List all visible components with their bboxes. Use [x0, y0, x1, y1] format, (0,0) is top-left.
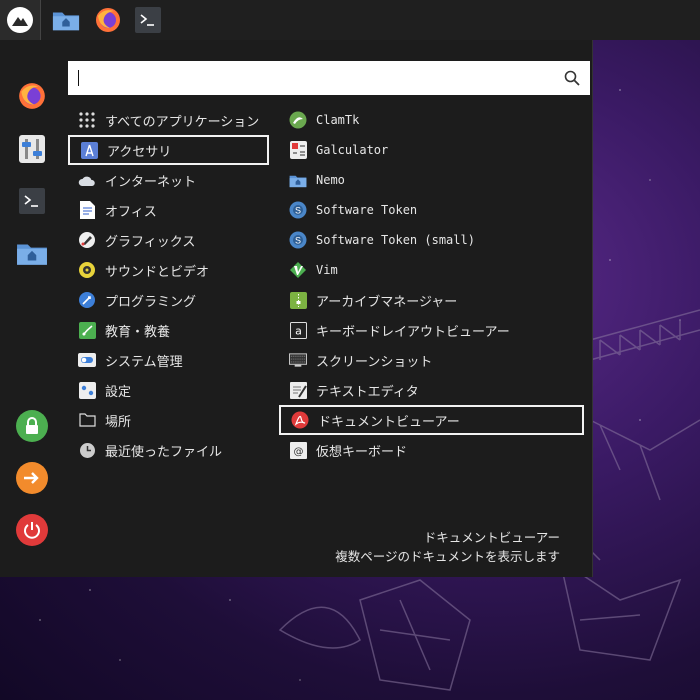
app-label: Nemo	[316, 173, 345, 187]
terminal-icon[interactable]	[16, 185, 48, 217]
app-label: Vim	[316, 263, 338, 277]
accessories-icon	[80, 141, 98, 159]
graphics-icon	[78, 231, 96, 249]
svg-text:@: @	[293, 446, 303, 457]
top-panel	[0, 0, 700, 40]
category-label: アクセサリ	[107, 144, 172, 160]
svg-text:S: S	[295, 236, 301, 246]
category-label: サウンドとビデオ	[105, 264, 210, 280]
education-icon	[78, 321, 96, 339]
app-clamtk[interactable]: ClamTk	[279, 105, 584, 135]
clamtk-icon	[289, 111, 307, 129]
distro-mountain-logo-icon	[7, 7, 33, 33]
token-icon: S	[289, 201, 307, 219]
app-label: ドキュメントビューアー	[318, 414, 460, 430]
app-label: キーボードレイアウトビューアー	[316, 324, 510, 340]
category-office[interactable]: オフィス	[68, 195, 269, 225]
svg-text:S: S	[295, 206, 301, 216]
app-label: テキストエディタ	[316, 384, 419, 400]
app-description: ドキュメントビューアー 複数ページのドキュメントを表示します	[335, 528, 560, 566]
vim-icon	[289, 261, 307, 279]
search-icon[interactable]	[564, 70, 580, 86]
app-software-token-small[interactable]: S Software Token (small)	[279, 225, 584, 255]
app-label: スクリーンショット	[316, 354, 433, 370]
category-sound-video[interactable]: サウンドとビデオ	[68, 255, 269, 285]
category-accessories[interactable]: アクセサリ	[68, 135, 269, 165]
keyboard-layout-icon: a	[289, 321, 307, 339]
power-icon[interactable]	[16, 514, 48, 546]
app-label: Galculator	[316, 143, 389, 157]
clock-icon	[78, 441, 96, 459]
category-label: オフィス	[105, 204, 157, 220]
grid-icon	[78, 111, 96, 129]
category-internet[interactable]: インターネット	[68, 165, 269, 195]
description-title: ドキュメントビューアー	[423, 530, 560, 545]
app-archive-manager[interactable]: アーカイブマネージャー	[279, 285, 584, 315]
folder-icon	[78, 411, 96, 429]
category-programming[interactable]: プログラミング	[68, 285, 269, 315]
firefox-icon[interactable]	[94, 6, 122, 34]
app-label: Software Token (small)	[316, 233, 475, 247]
system-toggle-icon	[78, 351, 96, 369]
logout-icon[interactable]	[16, 462, 48, 494]
programming-icon	[78, 291, 96, 309]
screenshot-icon	[289, 351, 307, 369]
category-label: 場所	[105, 414, 132, 430]
app-keyboard-layout-viewer[interactable]: a キーボードレイアウトビューアー	[279, 315, 584, 345]
settings-icon	[78, 381, 96, 399]
firefox-icon[interactable]	[16, 80, 48, 112]
virtual-keyboard-icon: @	[289, 441, 307, 459]
home-folder-icon[interactable]	[16, 237, 48, 269]
category-label: 教育・教養	[105, 324, 171, 340]
app-label: アーカイブマネージャー	[316, 294, 458, 310]
app-label: ClamTk	[316, 113, 360, 127]
settings-icon[interactable]	[16, 133, 48, 165]
lock-icon[interactable]	[16, 410, 48, 442]
category-system-admin[interactable]: システム管理	[68, 345, 269, 375]
category-settings[interactable]: 設定	[68, 375, 269, 405]
calculator-icon	[289, 141, 307, 159]
app-screenshot[interactable]: スクリーンショット	[279, 345, 584, 375]
text-editor-icon	[289, 381, 307, 399]
app-software-token[interactable]: S Software Token	[279, 195, 584, 225]
search-box[interactable]	[68, 61, 590, 97]
category-label: システム管理	[105, 354, 183, 370]
token-icon: S	[289, 231, 307, 249]
category-label: 最近使ったファイル	[105, 444, 223, 460]
document-icon	[78, 201, 96, 219]
category-all-applications[interactable]: すべてのアプリケーション	[68, 105, 269, 135]
category-label: インターネット	[105, 174, 197, 190]
app-nemo[interactable]: Nemo	[279, 165, 584, 195]
category-graphics[interactable]: グラフィックス	[68, 225, 269, 255]
category-label: グラフィックス	[105, 234, 196, 250]
file-manager-icon[interactable]	[52, 6, 80, 34]
multimedia-icon	[78, 261, 96, 279]
category-label: すべてのアプリケーション	[105, 114, 260, 130]
text-caret	[78, 70, 79, 86]
menu-launcher-button[interactable]	[0, 0, 41, 40]
app-virtual-keyboard[interactable]: @ 仮想キーボード	[279, 435, 584, 465]
app-label: Software Token	[316, 203, 418, 217]
app-label: 仮想キーボード	[316, 444, 408, 460]
category-education[interactable]: 教育・教養	[68, 315, 269, 345]
favorites-sidebar	[0, 40, 64, 577]
category-label: プログラミング	[105, 294, 197, 310]
category-label: 設定	[105, 384, 132, 400]
svg-text:a: a	[295, 324, 302, 337]
app-vim[interactable]: Vim	[279, 255, 584, 285]
cloud-icon	[78, 171, 96, 189]
archive-icon	[289, 291, 307, 309]
terminal-icon[interactable]	[134, 6, 162, 34]
pdf-viewer-icon	[291, 411, 309, 429]
category-places[interactable]: 場所	[68, 405, 269, 435]
search-input[interactable]	[76, 61, 560, 97]
application-menu: すべてのアプリケーション アクセサリ インターネット オフィス グラフィックス …	[0, 40, 593, 577]
app-text-editor[interactable]: テキストエディタ	[279, 375, 584, 405]
description-text: 複数ページのドキュメントを表示します	[335, 549, 560, 564]
app-document-viewer[interactable]: ドキュメントビューアー	[279, 405, 584, 435]
category-recent-files[interactable]: 最近使ったファイル	[68, 435, 269, 465]
folder-icon	[289, 171, 307, 189]
app-galculator[interactable]: Galculator	[279, 135, 584, 165]
